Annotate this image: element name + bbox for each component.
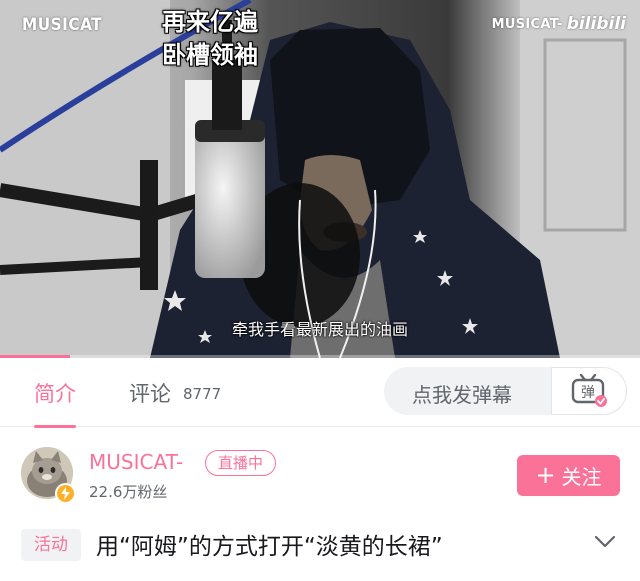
tab-intro-label: 简介 [34, 382, 76, 406]
video-subtitle-top-line1: 再来亿遍 [162, 8, 258, 36]
bilibili-logo: bilibili [566, 14, 626, 34]
activity-tag[interactable]: 活动 [21, 529, 81, 561]
danmaku-toggle-button[interactable]: 弹 [551, 367, 627, 415]
follow-button[interactable]: + 关注 [517, 455, 620, 496]
video-subtitle-bottom: 牵我手看最新展出的油画 [231, 320, 408, 339]
video-player[interactable]: MUSICAT MUSICAT- bilibili 再来亿遍 卧槽领袖 牵我手看… [0, 0, 640, 358]
live-status-badge[interactable]: 直播中 [205, 450, 277, 476]
svg-text:弹: 弹 [581, 385, 595, 401]
watermark-uploader-name: MUSICAT- [491, 16, 563, 32]
tab-comments[interactable]: 评论 8777 [129, 378, 221, 408]
video-title: 用“阿姆”的方式打开“淡黄的长裙” [96, 534, 443, 560]
danmaku-input[interactable]: 点我发弹幕 弹 [384, 367, 627, 415]
uploader-name[interactable]: MUSICAT- [89, 450, 183, 474]
danmaku-toggle-icon: 弹 [571, 374, 607, 407]
chevron-down-icon[interactable] [594, 535, 616, 549]
tab-comments-label: 评论 [129, 382, 171, 406]
danmaku-placeholder: 点我发弹幕 [412, 383, 512, 407]
video-watermark-right: MUSICAT- bilibili [492, 14, 626, 34]
comment-count: 8777 [183, 385, 222, 403]
fans-count: 22.6万粉丝 [89, 483, 168, 501]
plus-icon: + [535, 460, 556, 489]
lightning-badge-icon [55, 483, 76, 504]
tab-intro[interactable]: 简介 [34, 378, 76, 428]
video-subtitle-top-line2: 卧槽领袖 [162, 41, 258, 69]
tab-bar: 简介 评论 8777 点我发弹幕 弹 [0, 358, 640, 428]
follow-button-label: 关注 [561, 465, 602, 489]
